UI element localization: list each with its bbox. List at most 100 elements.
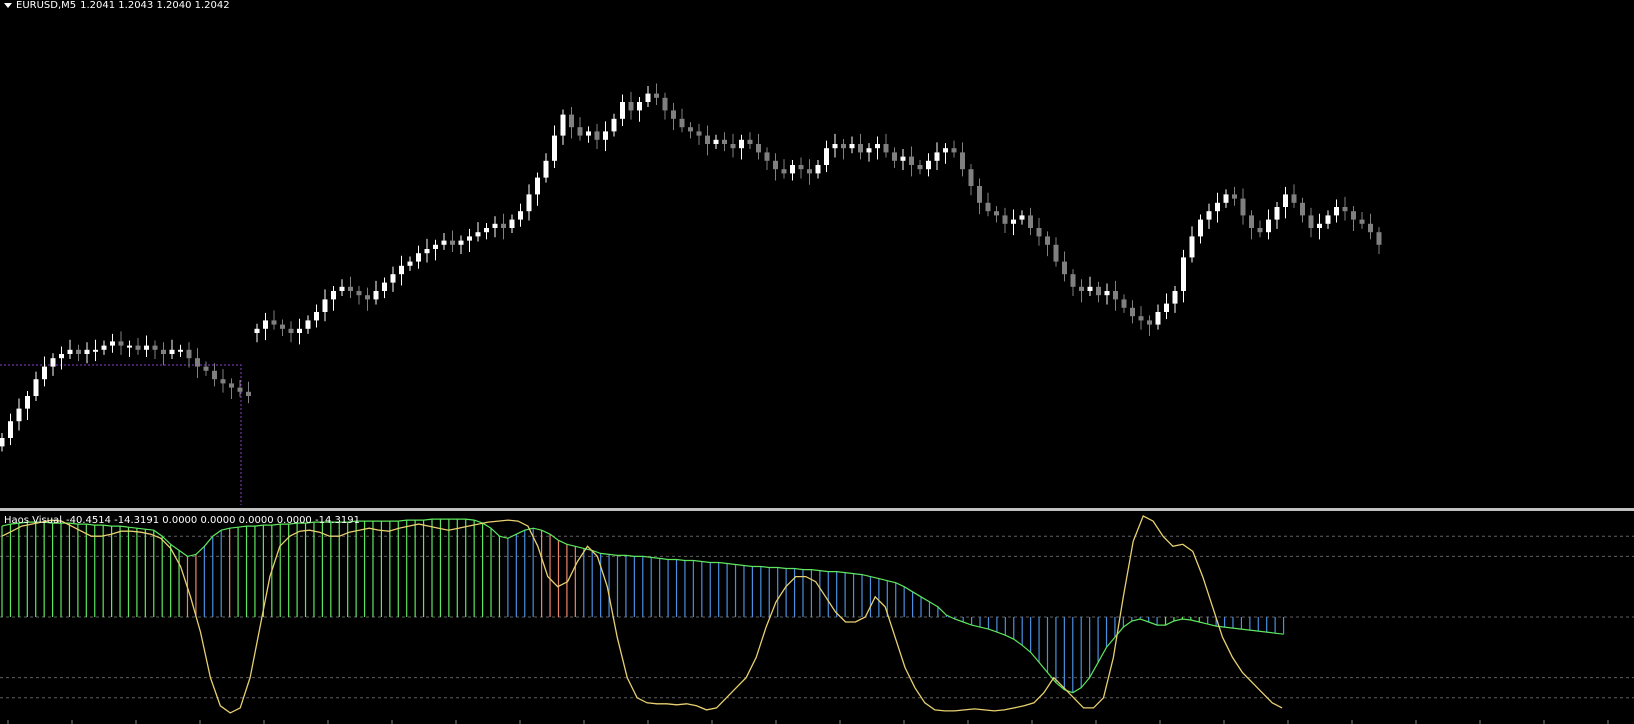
candle-body [662, 97, 668, 111]
candle-body [169, 349, 175, 354]
candle-body [628, 102, 634, 111]
candle-body [815, 165, 821, 174]
candle-body [1019, 215, 1025, 220]
candle-body [339, 286, 345, 291]
candle-body [161, 349, 166, 354]
candle-body [1300, 202, 1305, 216]
candle-body [1172, 291, 1178, 304]
candle-body [16, 408, 22, 422]
candle-body [390, 274, 396, 283]
candle-body [1359, 219, 1365, 224]
candle-body [645, 93, 651, 102]
candle-body [424, 249, 430, 254]
candle-body [67, 349, 73, 354]
candle-body [552, 135, 557, 161]
indicator-header: Haos Visual -40.4514 -14.3191 0.0000 0.00… [4, 515, 364, 527]
candle-body [1164, 303, 1169, 312]
candle-body [858, 144, 863, 153]
candle-body [994, 211, 999, 216]
candle-body [1240, 198, 1246, 216]
candle-body [603, 131, 608, 140]
candle-body [212, 370, 217, 380]
candle-body [237, 387, 243, 392]
candle-body [1155, 312, 1161, 325]
candle-body [1342, 207, 1348, 212]
candle-body [1257, 228, 1263, 233]
candle-body [178, 349, 183, 352]
candle-body [1147, 320, 1152, 325]
candle-body [883, 144, 889, 153]
candle-body [84, 349, 90, 354]
candle-body [314, 312, 319, 321]
candle-body [1274, 207, 1280, 220]
candle-body [722, 139, 727, 144]
dropdown-triangle-icon[interactable] [4, 2, 12, 8]
candle-body [1232, 194, 1237, 199]
candle-body [866, 148, 872, 153]
candle-body [271, 320, 277, 325]
candle-body [824, 148, 829, 165]
candle-body [1181, 257, 1186, 291]
candle-body [679, 118, 685, 128]
candle-body [399, 265, 404, 275]
candle-body [458, 240, 464, 245]
candle-body [365, 295, 370, 300]
candle-body [1113, 291, 1118, 300]
candle-body [569, 114, 574, 128]
candle-body [1062, 261, 1067, 275]
candle-body [1291, 194, 1297, 203]
chart-header: EURUSD,M5 1.2041 1.2043 1.2040 1.2042 [4, 0, 234, 12]
candle-body [1002, 215, 1008, 224]
candle-body [1036, 228, 1042, 237]
candle-body [705, 135, 710, 144]
candle-body [101, 345, 107, 350]
candle-body [118, 341, 124, 346]
candle-body [152, 345, 158, 350]
candle-body [1198, 219, 1203, 237]
candle-body [1215, 202, 1220, 212]
candle-body [475, 232, 481, 237]
candle-body [560, 114, 566, 136]
candle-body [1317, 223, 1322, 228]
indicator-chart[interactable] [0, 511, 1634, 724]
candle-body [594, 131, 600, 140]
candle-body [331, 291, 336, 300]
candle-body [1138, 316, 1144, 321]
indicator-name: Haos Visual [4, 515, 63, 526]
candle-body [501, 223, 506, 228]
candle-body [1130, 307, 1135, 317]
candle-body [620, 102, 625, 119]
candle-body [696, 131, 702, 136]
price-chart[interactable] [0, 0, 1634, 508]
candle-body [441, 240, 447, 245]
candle-body [1308, 215, 1314, 228]
candle-body [543, 160, 549, 178]
candle-body [518, 211, 523, 220]
candle-body [1079, 286, 1084, 291]
candle-body [637, 102, 642, 111]
candle-body [33, 379, 39, 396]
candle-body [900, 156, 906, 161]
candle-body [25, 396, 30, 409]
candle-body [382, 282, 387, 291]
candle-body [93, 349, 98, 352]
candle-body [450, 240, 455, 245]
candle-body [909, 156, 914, 165]
indicator-values: -40.4514 -14.3191 0.0000 0.0000 0.0000 0… [66, 515, 360, 526]
candle-body [467, 236, 472, 241]
candle-body [875, 144, 880, 149]
candle-body [50, 358, 56, 367]
candle-body [1070, 274, 1076, 287]
candle-body [756, 144, 761, 153]
chart-background [0, 0, 1634, 508]
candle-body [492, 223, 498, 228]
candle-body [297, 328, 302, 333]
candle-body [0, 438, 5, 447]
candle-body [943, 148, 948, 153]
candle-body [305, 320, 311, 329]
candle-body [509, 219, 515, 228]
candle-body [1266, 219, 1271, 233]
candle-body [577, 127, 583, 136]
candle-body [960, 152, 965, 170]
candle-body [1104, 291, 1110, 296]
